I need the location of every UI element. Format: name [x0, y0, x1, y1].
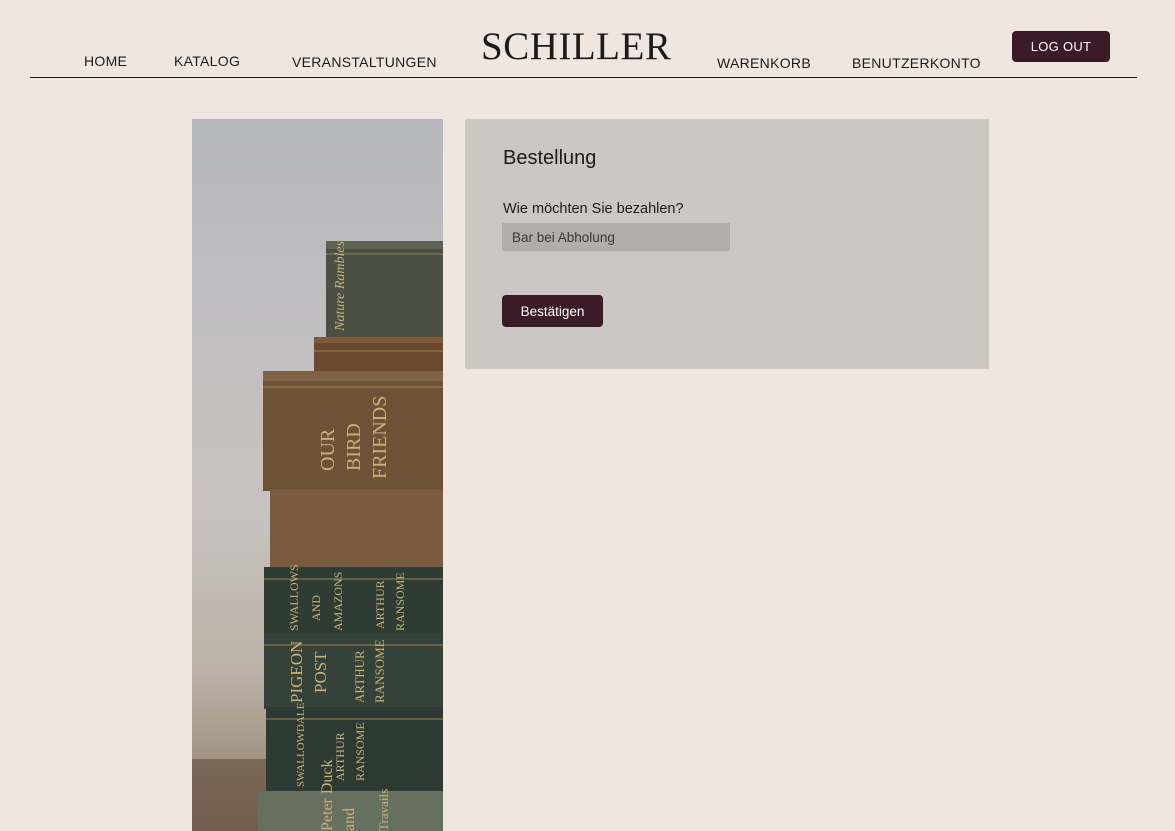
spine-text: ARTHUR [373, 580, 387, 629]
order-panel: Bestellung Wie möchten Sie bezahlen? Bar… [465, 119, 989, 369]
nav-benutzerkonto[interactable]: BENUTZERKONTO [852, 55, 981, 71]
nav-home[interactable]: HOME [84, 53, 127, 69]
spine-text: FRIENDS [369, 396, 391, 479]
brand-logo[interactable]: SCHILLER [481, 24, 671, 69]
spine-text: Nature Rambles [333, 240, 348, 332]
spine-text: POST [311, 651, 330, 693]
spine-text: RANSOME [353, 722, 367, 781]
confirm-button[interactable]: Bestätigen [502, 295, 603, 327]
spine-text: Travails [376, 789, 391, 831]
spine-text: SWALLOWS [287, 564, 301, 631]
payment-method-select[interactable]: Bar bei Abholung [502, 223, 730, 251]
nav-katalog[interactable]: KATALOG [174, 53, 240, 69]
spine-text: BIRD [343, 423, 365, 471]
spine-text: RANSOME [393, 572, 407, 631]
nav-veranstaltungen[interactable]: VERANSTALTUNGEN [292, 54, 437, 70]
spine-text: ARTHUR [352, 650, 367, 703]
spine-text: OUR [317, 428, 339, 471]
logout-button[interactable]: LOG OUT [1012, 31, 1110, 62]
payment-question-label: Wie möchten Sie bezahlen? [503, 201, 684, 217]
spine-text: AND [309, 595, 323, 621]
spine-text: AMAZONS [331, 572, 345, 631]
spine-text: Peter Duck [319, 759, 336, 831]
spine-text: PIGEON [287, 641, 306, 703]
nav-warenkorb[interactable]: WARENKORB [717, 55, 811, 71]
spine-text: and [341, 808, 358, 831]
books-stack-image: Nature Rambles OUR BIRD FRIENDS SWALLOWS… [192, 119, 443, 831]
header-divider [30, 77, 1137, 78]
order-title: Bestellung [503, 147, 597, 169]
spine-text: RANSOME [372, 639, 387, 703]
spine-text: SWALLOWDALE [295, 702, 307, 787]
payment-method-value: Bar bei Abholung [512, 229, 615, 245]
